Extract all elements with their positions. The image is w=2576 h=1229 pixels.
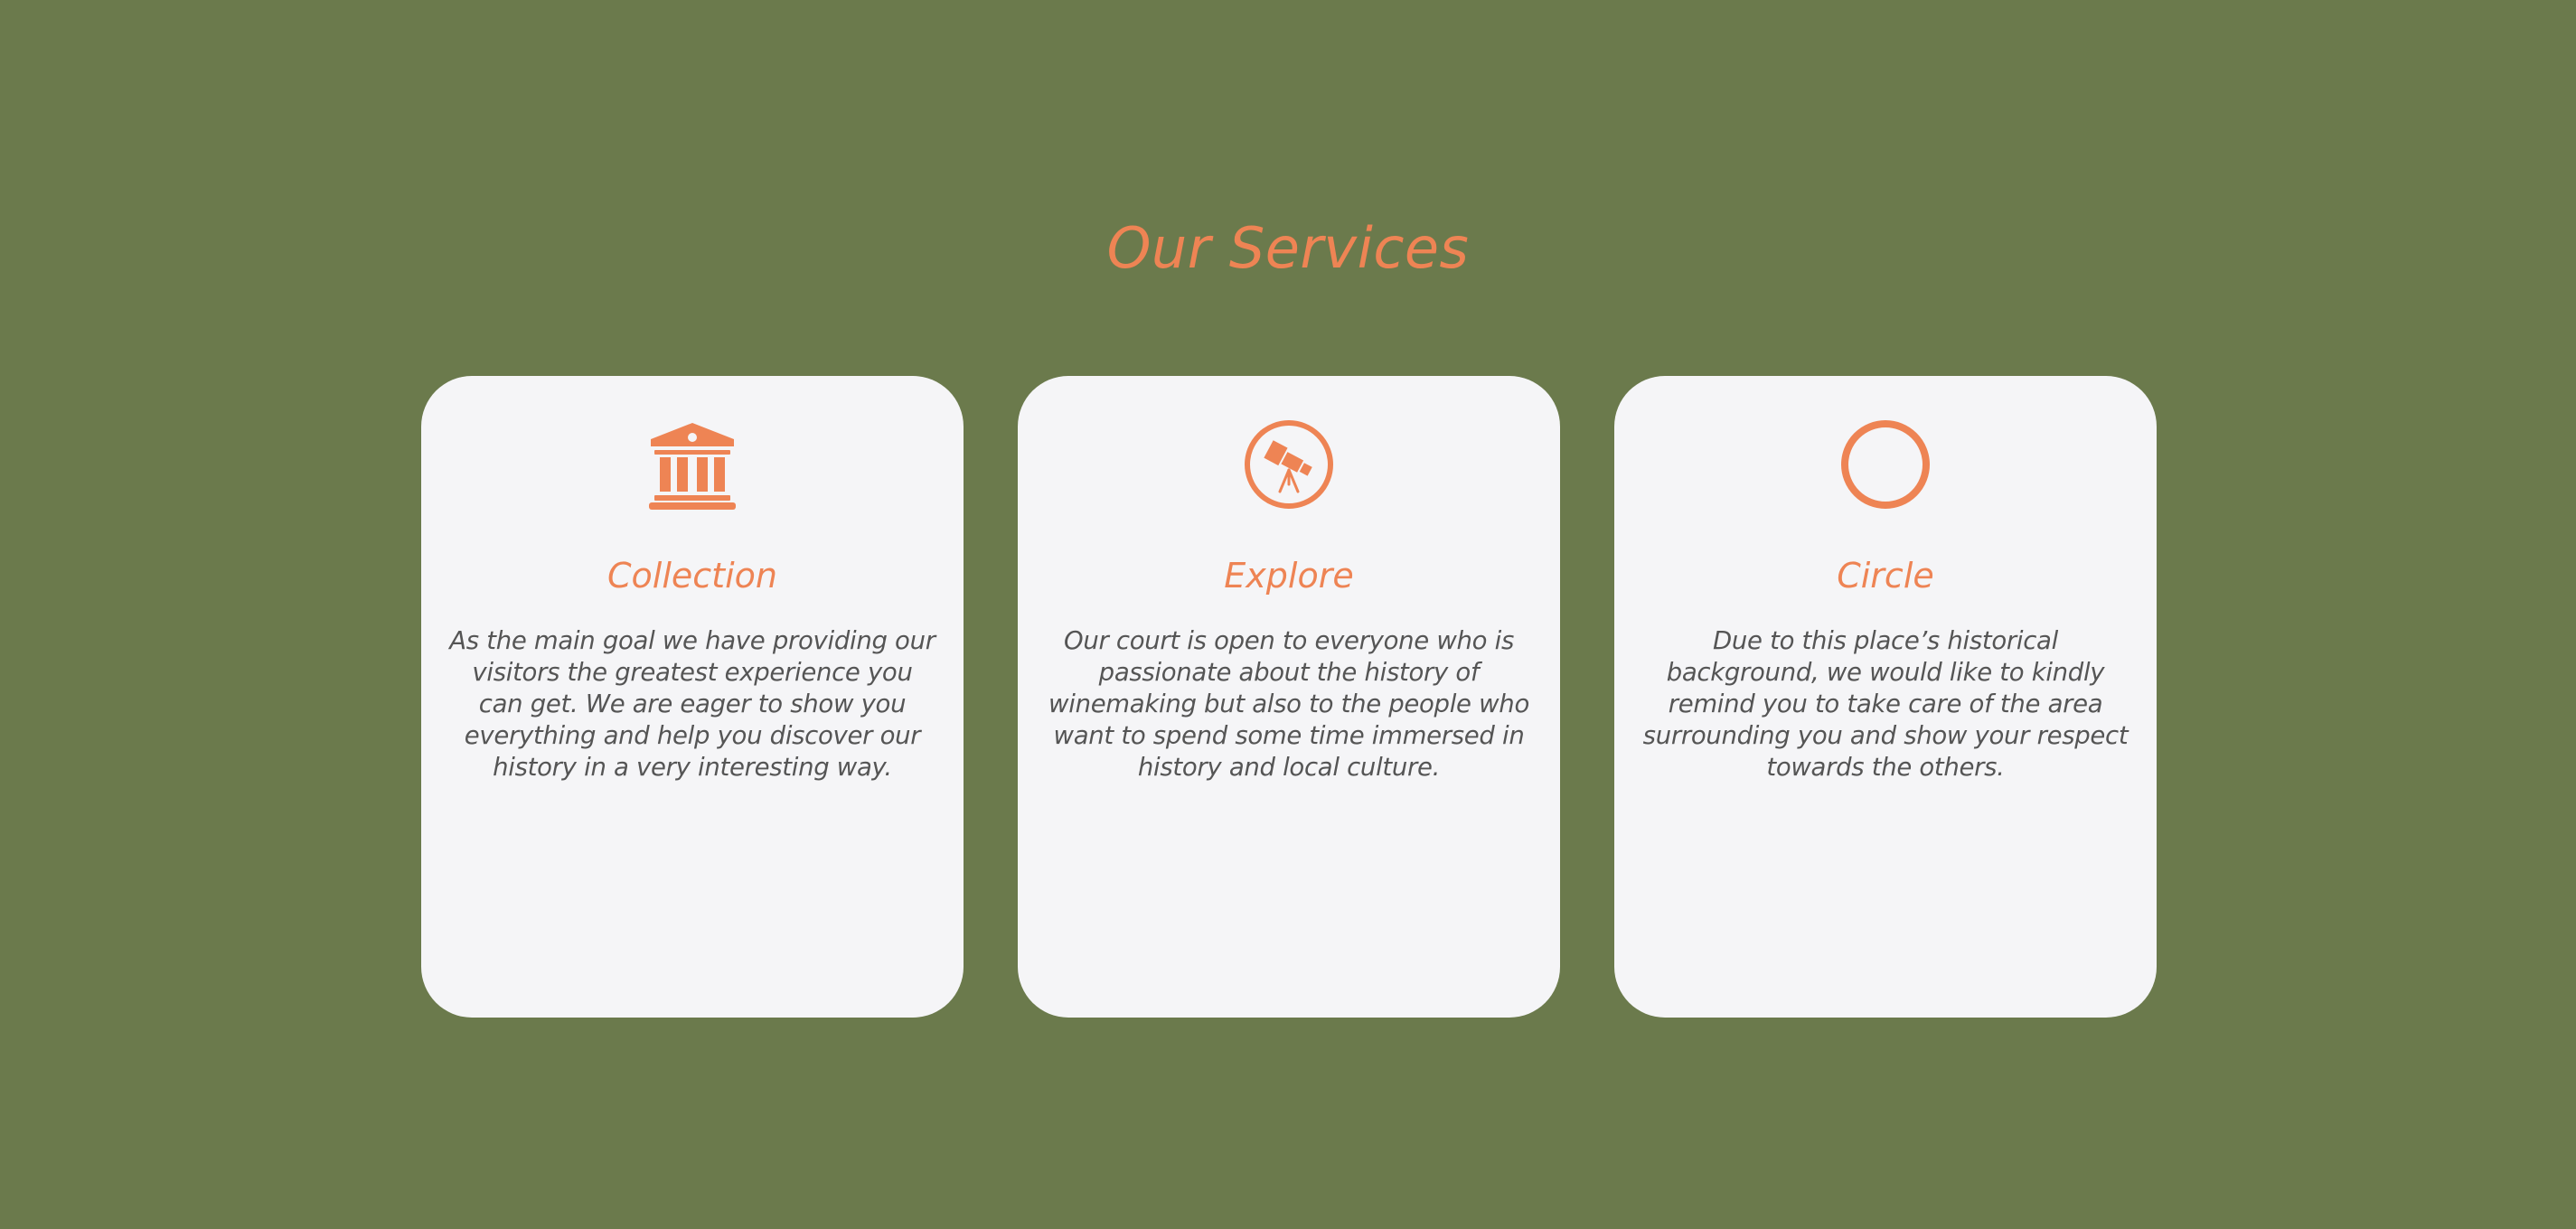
museum-building-icon [647,419,738,510]
card-title: Explore [1224,556,1354,596]
service-card-collection: Collection As the main goal we have prov… [421,376,964,1018]
card-title: Collection [607,556,777,596]
card-description: As the main goal we have providing our v… [449,626,935,782]
service-card-circle: Circle Due to this place’s historical ba… [1614,376,2157,1018]
card-description: Due to this place’s historical backgroun… [1642,626,2129,782]
services-section: Our Services Collection As the main goal… [0,0,2576,1229]
services-cards: Collection As the main goal we have prov… [421,376,2157,1018]
telescope-icon [1244,419,1334,510]
card-description: Our court is open to everyone who is pas… [1048,626,1529,782]
service-card-explore: Explore Our court is open to everyone wh… [1018,376,1560,1018]
card-title: Circle [1837,556,1934,596]
section-title: Our Services [1106,215,1470,281]
circle-icon [1840,419,1931,510]
